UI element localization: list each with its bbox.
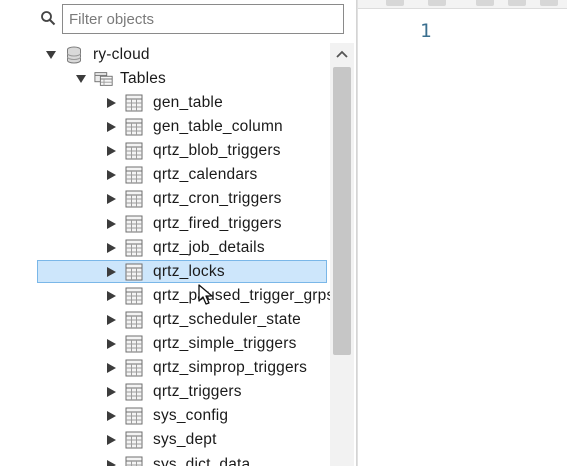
tree-item-table[interactable]: qrtz_paused_trigger_grps <box>104 284 334 307</box>
table-icon <box>124 215 144 233</box>
expand-right-icon[interactable] <box>104 289 118 303</box>
tree-item-tables-folder[interactable]: Tables <box>74 67 166 90</box>
expand-right-icon[interactable] <box>104 217 118 231</box>
table-icon <box>124 335 144 353</box>
table-name: qrtz_cron_triggers <box>153 189 282 207</box>
expand-right-icon[interactable] <box>104 265 118 279</box>
toolbar-button[interactable] <box>508 0 526 6</box>
expand-right-icon[interactable] <box>104 192 118 206</box>
object-navigator: ry-cloud Tables <box>0 0 357 466</box>
tree-item-table[interactable]: gen_table <box>104 91 223 114</box>
expand-right-icon[interactable] <box>104 385 118 399</box>
database-icon <box>64 46 84 64</box>
expand-right-icon[interactable] <box>104 96 118 110</box>
tree-item-table[interactable]: qrtz_fired_triggers <box>104 212 282 235</box>
expand-right-icon[interactable] <box>104 241 118 255</box>
table-name: gen_table_column <box>153 117 283 135</box>
tree-item-table[interactable]: qrtz_scheduler_state <box>104 308 301 331</box>
toolbar-button[interactable] <box>540 0 558 6</box>
expand-right-icon[interactable] <box>104 337 118 351</box>
table-name: qrtz_paused_trigger_grps <box>153 286 335 304</box>
toolbar-button[interactable] <box>386 0 404 6</box>
expand-right-icon[interactable] <box>104 458 118 466</box>
search-icon <box>40 10 56 26</box>
tree-item-table[interactable]: sys_config <box>104 404 228 427</box>
table-icon <box>124 359 144 377</box>
table-name: gen_table <box>153 93 223 111</box>
filter-objects-input[interactable] <box>63 5 343 33</box>
expand-right-icon[interactable] <box>104 313 118 327</box>
folder-icon <box>94 70 114 88</box>
table-icon <box>124 407 144 425</box>
table-icon <box>124 239 144 257</box>
expand-right-icon[interactable] <box>104 168 118 182</box>
table-name: sys_dept <box>153 430 217 448</box>
tree-item-table[interactable]: qrtz_blob_triggers <box>104 139 281 162</box>
tree-item-table[interactable]: qrtz_cron_triggers <box>104 187 282 210</box>
scroll-up-button[interactable] <box>330 43 354 65</box>
filter-field[interactable] <box>62 4 344 34</box>
editor-toolbar <box>358 0 567 9</box>
table-icon <box>124 263 144 281</box>
table-name: qrtz_scheduler_state <box>153 310 301 328</box>
vertical-scrollbar[interactable] <box>330 43 354 466</box>
tree-item-table[interactable]: qrtz_calendars <box>104 163 257 186</box>
chevron-up-icon[interactable] <box>336 50 348 58</box>
toolbar-button[interactable] <box>428 0 446 6</box>
table-icon <box>124 118 144 136</box>
database-name: ry-cloud <box>93 45 150 63</box>
tree-item-table[interactable]: qrtz_simple_triggers <box>104 332 297 355</box>
tree-item-database[interactable]: ry-cloud <box>44 43 150 66</box>
table-name: sys_config <box>153 406 229 424</box>
tree-item-table[interactable]: gen_table_column <box>104 115 283 138</box>
sql-editor[interactable]: 1 <box>357 0 567 466</box>
object-tree: ry-cloud Tables gen_table gen_table_colu… <box>0 43 334 466</box>
scroll-thumb[interactable] <box>333 67 351 355</box>
table-icon <box>124 287 144 305</box>
expand-right-icon[interactable] <box>104 144 118 158</box>
table-icon <box>124 94 144 112</box>
table-icon <box>124 456 144 466</box>
tree-item-table[interactable]: qrtz_locks <box>37 260 327 283</box>
table-name: qrtz_triggers <box>153 382 242 400</box>
table-name: qrtz_fired_triggers <box>153 214 282 232</box>
expand-right-icon[interactable] <box>104 120 118 134</box>
tree-item-table[interactable]: qrtz_simprop_triggers <box>104 356 307 379</box>
expand-down-icon[interactable] <box>44 48 58 62</box>
table-name: qrtz_locks <box>153 262 225 280</box>
table-name: qrtz_simple_triggers <box>153 334 297 352</box>
table-icon <box>124 190 144 208</box>
table-name: qrtz_calendars <box>153 165 258 183</box>
toolbar-button[interactable] <box>476 0 494 6</box>
table-icon <box>124 383 144 401</box>
table-name: qrtz_job_details <box>153 238 265 256</box>
table-icon <box>124 431 144 449</box>
table-icon <box>124 311 144 329</box>
tree-item-table[interactable]: qrtz_job_details <box>104 236 265 259</box>
tree-item-table[interactable]: sys_dict_data <box>104 453 250 466</box>
filter-bar <box>0 0 356 40</box>
tree-item-table[interactable]: sys_dept <box>104 428 217 451</box>
expand-right-icon[interactable] <box>104 409 118 423</box>
folder-name: Tables <box>120 69 167 87</box>
table-icon <box>124 142 144 160</box>
table-name: sys_dict_data <box>153 455 251 466</box>
table-name: qrtz_simprop_triggers <box>153 358 308 376</box>
tree-item-table[interactable]: qrtz_triggers <box>104 380 242 403</box>
line-number: 1 <box>420 20 432 42</box>
expand-right-icon[interactable] <box>104 433 118 447</box>
expand-right-icon[interactable] <box>104 361 118 375</box>
expand-down-icon[interactable] <box>74 72 88 86</box>
table-name: qrtz_blob_triggers <box>153 141 281 159</box>
app-window: ry-cloud Tables <box>0 0 567 466</box>
table-icon <box>124 166 144 184</box>
